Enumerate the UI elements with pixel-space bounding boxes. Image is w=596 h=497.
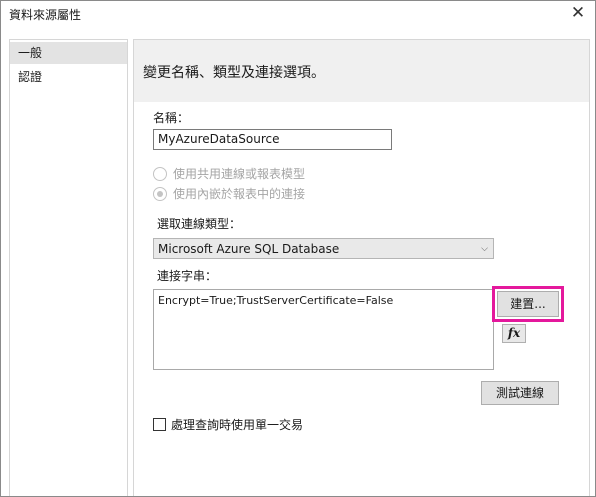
page-title: 變更名稱、類型及連接選項。 — [143, 65, 325, 81]
close-icon[interactable]: ✕ — [567, 3, 589, 25]
data-source-properties-dialog: 資料來源屬性 ✕ 一般 認證 變更名稱、類型及連接選項。 名稱： MyAzure… — [0, 0, 596, 497]
connection-type-value: Microsoft Azure SQL Database — [158, 242, 340, 256]
nav-item-label: 認證 — [18, 70, 43, 84]
nav-pane: 一般 認證 — [9, 39, 128, 496]
connection-string-value: Encrypt=True;TrustServerCertificate=Fals… — [158, 294, 394, 307]
chevron-down-icon: ⌵ — [481, 244, 488, 254]
page-banner: 變更名稱、類型及連接選項。 — [134, 40, 589, 102]
radio-embedded-connection[interactable]: 使用內嵌於報表中的連接 — [153, 185, 305, 201]
test-connection-button[interactable]: 測試連線 — [481, 381, 559, 405]
connection-type-select[interactable]: Microsoft Azure SQL Database ⌵ — [153, 238, 494, 259]
function-fx-icon[interactable]: fx — [502, 324, 526, 343]
single-transaction-label: 處理查詢時使用單一交易 — [171, 418, 304, 432]
radio-embedded-label: 使用內嵌於報表中的連接 — [173, 187, 306, 201]
name-input[interactable]: MyAzureDataSource — [153, 129, 392, 150]
build-button[interactable]: 建置... — [497, 291, 559, 317]
connection-string-textarea[interactable]: Encrypt=True;TrustServerCertificate=Fals… — [153, 289, 494, 370]
nav-item-credentials[interactable]: 認證 — [10, 66, 127, 88]
single-transaction-checkbox[interactable] — [153, 418, 166, 431]
connection-type-label: 選取連線類型： — [157, 217, 242, 231]
nav-item-general[interactable]: 一般 — [10, 42, 127, 64]
name-label: 名稱： — [153, 111, 190, 125]
nav-item-label: 一般 — [18, 46, 43, 60]
radio-shared-label: 使用共用連線或報表模型 — [173, 167, 306, 181]
radio-shared-icon — [153, 166, 167, 181]
connection-string-label: 連接字串： — [157, 269, 218, 283]
radio-embedded-icon — [153, 186, 167, 201]
title-bar: 資料來源屬性 ✕ — [1, 1, 595, 27]
dialog-title: 資料來源屬性 — [9, 8, 82, 22]
radio-shared-connection[interactable]: 使用共用連線或報表模型 — [153, 165, 305, 181]
content-pane: 變更名稱、類型及連接選項。 名稱： MyAzureDataSource 使用共用… — [133, 39, 590, 496]
